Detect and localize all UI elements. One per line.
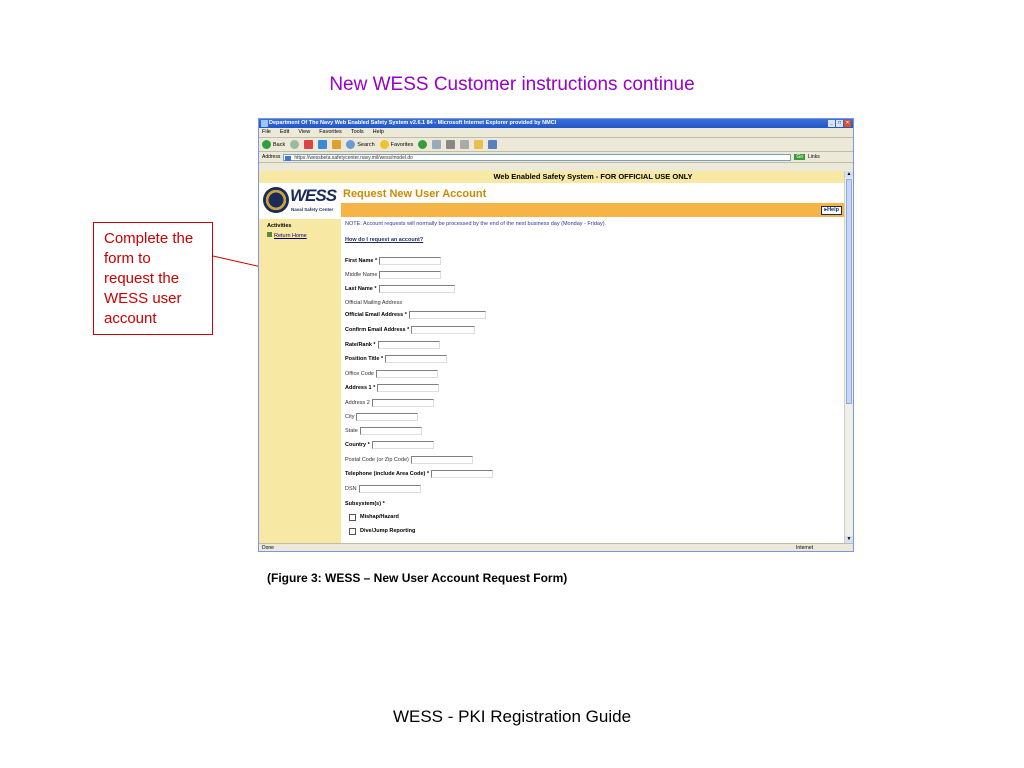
- back-arrow-icon: [262, 140, 271, 149]
- scroll-down-icon[interactable]: ▼: [845, 536, 853, 543]
- first-name-row: First Name *: [345, 257, 442, 265]
- search-icon: [346, 140, 356, 149]
- links-button[interactable]: Links: [808, 154, 820, 160]
- home-icon[interactable]: [332, 140, 342, 149]
- vertical-scrollbar[interactable]: ▲ ▼: [844, 171, 853, 543]
- toolbar: Back Search Favorites: [259, 138, 853, 152]
- state-row: State: [345, 427, 422, 435]
- browser-window: Department Of The Navy Web Enabled Safet…: [258, 118, 854, 552]
- slide-footer: WESS - PKI Registration Guide: [392, 707, 632, 726]
- subsystems-label: Subsystem(s) *: [345, 501, 385, 507]
- stop-icon[interactable]: [304, 140, 314, 149]
- address-bar: Address https://wessbeta.safetycenter.na…: [259, 152, 853, 163]
- city-input[interactable]: [356, 413, 419, 421]
- messenger-icon[interactable]: [488, 140, 498, 149]
- sidebar: WESS Naval Safety Center Activities Retu…: [259, 171, 341, 543]
- address2-input[interactable]: [371, 399, 434, 407]
- address2-row: Address 2: [345, 399, 434, 407]
- scroll-thumb[interactable]: [846, 179, 852, 404]
- minimize-icon[interactable]: _: [828, 120, 835, 127]
- home-link-icon: [267, 232, 272, 237]
- zone-text: Internet: [796, 545, 813, 551]
- confirm-email-row: Confirm Email Address *: [345, 326, 476, 334]
- window-titlebar: Department Of The Navy Web Enabled Safet…: [259, 119, 853, 128]
- ie-icon: [261, 120, 268, 127]
- dsn-row: DSN: [345, 485, 421, 493]
- menu-favorites[interactable]: Favorites: [319, 128, 342, 137]
- processing-note: NOTE: Account requests will normally be …: [345, 221, 607, 227]
- go-button[interactable]: Go: [794, 154, 806, 160]
- slide-title: New WESS Customer instructions continue: [329, 74, 695, 95]
- position-title-input[interactable]: [385, 355, 448, 363]
- mail-icon[interactable]: [432, 140, 442, 149]
- state-input[interactable]: [359, 427, 422, 435]
- last-name-row: Last Name *: [345, 285, 455, 293]
- close-icon[interactable]: ×: [844, 120, 851, 127]
- menu-bar: File Edit View Favorites Tools Help: [259, 128, 853, 138]
- position-title-row: Position Title *: [345, 355, 448, 363]
- mailing-address-label: Official Mailing Address: [345, 300, 403, 306]
- search-button[interactable]: Search: [346, 140, 375, 149]
- dive-jump-checkbox[interactable]: [349, 527, 356, 535]
- postal-code-input[interactable]: [410, 456, 473, 464]
- history-icon[interactable]: [418, 140, 428, 149]
- return-home-link[interactable]: Return Home: [267, 232, 307, 239]
- telephone-row: Telephone (include Area Code) *: [345, 470, 494, 478]
- page-heading: Request New User Account: [343, 188, 487, 200]
- site-banner: Web Enabled Safety System - FOR OFFICIAL…: [341, 171, 845, 183]
- help-button[interactable]: ▸Help: [821, 206, 842, 215]
- window-title: Department Of The Navy Web Enabled Safet…: [269, 120, 557, 126]
- subsystem-mishap[interactable]: Mishap/Hazard: [349, 513, 399, 521]
- menu-file[interactable]: File: [262, 128, 271, 137]
- postal-code-row: Postal Code (or Zip Code): [345, 456, 473, 464]
- scroll-up-icon[interactable]: ▲: [845, 171, 853, 178]
- country-row: Country *: [345, 441, 434, 449]
- navy-seal-icon: [263, 187, 289, 213]
- menu-tools[interactable]: Tools: [351, 128, 364, 137]
- official-email-row: Official Email Address *: [345, 311, 486, 319]
- country-input[interactable]: [371, 441, 434, 449]
- back-button[interactable]: Back: [262, 140, 285, 149]
- refresh-icon[interactable]: [318, 140, 328, 149]
- address-input[interactable]: https://wessbeta.safetycenter.navy.mil/w…: [283, 153, 792, 161]
- office-code-row: Office Code: [345, 370, 438, 378]
- dsn-input[interactable]: [358, 485, 421, 493]
- middle-name-input[interactable]: [379, 271, 442, 279]
- menu-help[interactable]: Help: [373, 128, 384, 137]
- official-email-input[interactable]: [408, 311, 486, 319]
- menu-view[interactable]: View: [298, 128, 310, 137]
- folder-icon[interactable]: [474, 140, 484, 149]
- address1-row: Address 1 *: [345, 384, 440, 392]
- mishap-checkbox[interactable]: [349, 513, 356, 521]
- address1-input[interactable]: [377, 384, 440, 392]
- activities-label: Activities: [267, 223, 292, 229]
- last-name-input[interactable]: [378, 285, 455, 293]
- callout-box: Complete the form to request the WESS us…: [93, 222, 213, 335]
- favorites-star-icon: [379, 140, 389, 149]
- edit-icon[interactable]: [460, 140, 470, 149]
- print-icon[interactable]: [446, 140, 456, 149]
- first-name-input[interactable]: [379, 257, 442, 265]
- page-content: WESS Naval Safety Center Activities Retu…: [259, 171, 845, 543]
- forward-arrow-icon[interactable]: [290, 140, 300, 149]
- page-icon: [285, 155, 292, 161]
- status-bar: Done Internet: [259, 543, 853, 551]
- how-to-request-link[interactable]: How do I request an account?: [345, 237, 423, 243]
- figure-caption: (Figure 3: WESS – New User Account Reque…: [267, 571, 568, 585]
- address-label: Address: [262, 154, 281, 160]
- telephone-input[interactable]: [431, 470, 494, 478]
- wess-logo: WESS Naval Safety Center: [259, 183, 341, 219]
- confirm-email-input[interactable]: [411, 326, 476, 334]
- status-text: Done: [262, 545, 274, 551]
- rate-rank-input[interactable]: [377, 341, 440, 349]
- maximize-icon[interactable]: □: [836, 120, 843, 127]
- favorites-button[interactable]: Favorites: [379, 140, 413, 149]
- office-code-input[interactable]: [375, 370, 438, 378]
- city-row: City: [345, 413, 419, 421]
- rate-rank-row: Rate/Rank *: [345, 341, 440, 349]
- heading-bar: ▸Help: [341, 203, 845, 217]
- subsystem-dive-jump[interactable]: Dive/Jump Reporting: [349, 527, 415, 535]
- middle-name-row: Middle Name: [345, 271, 442, 279]
- menu-edit[interactable]: Edit: [280, 128, 289, 137]
